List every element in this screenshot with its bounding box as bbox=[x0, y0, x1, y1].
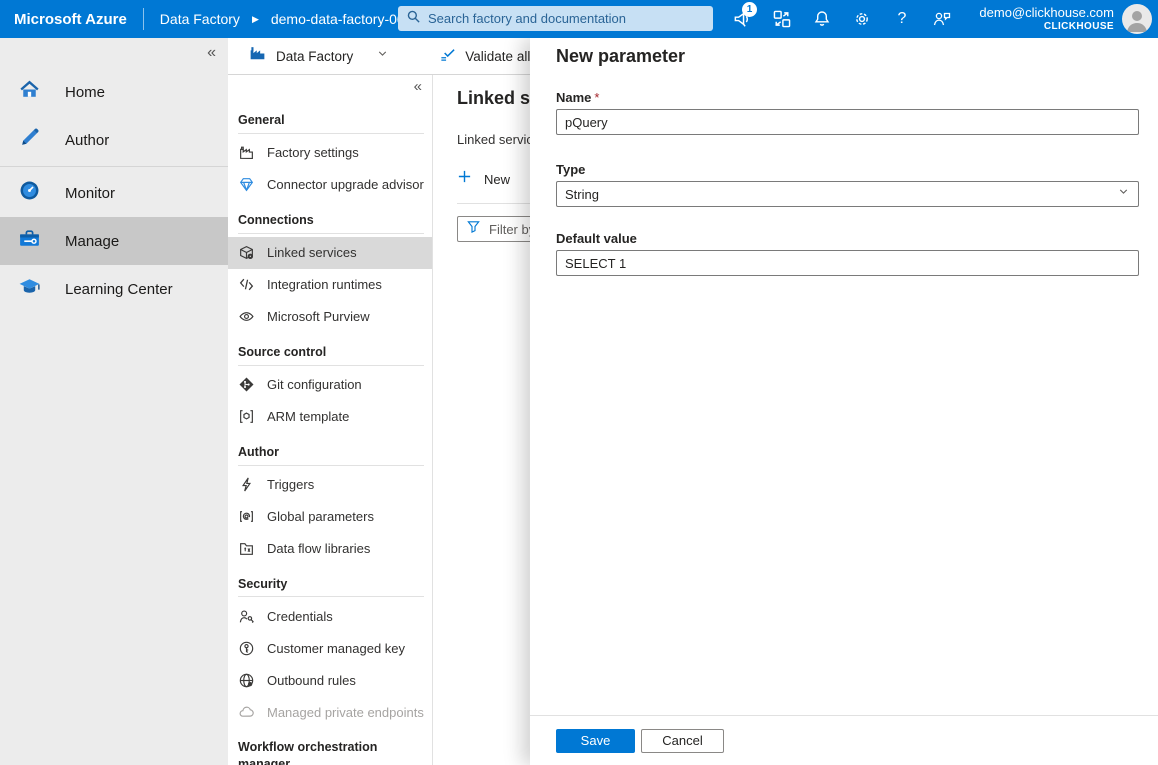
notifications-button[interactable] bbox=[802, 0, 842, 38]
customer-managed-key-icon bbox=[238, 640, 255, 657]
validate-all-button[interactable]: Validate all bbox=[419, 45, 530, 67]
required-marker: * bbox=[594, 90, 599, 105]
git-configuration-icon bbox=[238, 376, 255, 393]
help-icon: ? bbox=[898, 10, 907, 28]
nav-item-home[interactable]: Home bbox=[0, 68, 228, 116]
sidenav-item-arm-template[interactable]: ARM template bbox=[228, 401, 432, 433]
section-general: General Factory settings Connector upgra… bbox=[228, 112, 432, 201]
settings-button[interactable] bbox=[842, 0, 882, 38]
left-nav-divider bbox=[0, 166, 228, 167]
triggers-icon bbox=[238, 476, 255, 493]
announcements-button[interactable]: 1 bbox=[722, 0, 762, 38]
azure-data-factory-studio: Microsoft Azure Data Factory ▶ demo-data… bbox=[0, 0, 1158, 765]
data-flow-libraries-icon bbox=[238, 540, 255, 557]
outbound-rules-icon bbox=[238, 672, 255, 689]
linked-services-icon bbox=[238, 244, 255, 261]
home-icon bbox=[17, 77, 42, 107]
global-search[interactable] bbox=[398, 6, 713, 31]
default-value-label: Default value bbox=[556, 231, 1132, 246]
account-org: CLICKHOUSE bbox=[1044, 21, 1114, 33]
new-parameter-panel: New parameter Name* Type String Default … bbox=[530, 38, 1158, 765]
manage-icon bbox=[17, 226, 42, 256]
filter-icon bbox=[466, 219, 481, 239]
factory-settings-icon bbox=[238, 144, 255, 161]
breadcrumb-factory-name[interactable]: demo-data-factory-00 bbox=[271, 11, 401, 27]
search-input[interactable] bbox=[428, 11, 705, 26]
managed-private-endpoints-icon bbox=[238, 704, 255, 721]
validate-icon bbox=[439, 45, 456, 67]
section-connections: Connections Linked services Integration … bbox=[228, 212, 432, 333]
integration-runtimes-icon bbox=[238, 276, 255, 293]
nav-item-learning-center[interactable]: Learning Center bbox=[0, 265, 228, 313]
name-label: Name* bbox=[556, 90, 1132, 105]
monitor-icon bbox=[17, 178, 42, 208]
sidenav-item-global-parameters[interactable]: Global parameters bbox=[228, 501, 432, 533]
cancel-button[interactable]: Cancel bbox=[641, 729, 724, 753]
avatar[interactable] bbox=[1122, 4, 1152, 34]
account-info[interactable]: demo@clickhouse.com CLICKHOUSE bbox=[979, 0, 1114, 38]
account-email: demo@clickhouse.com bbox=[979, 6, 1114, 21]
help-button[interactable]: ? bbox=[882, 0, 922, 38]
chevron-down-icon bbox=[376, 47, 389, 65]
sidenav-item-linked-services[interactable]: Linked services bbox=[228, 237, 432, 269]
switch-factory-button[interactable] bbox=[762, 0, 802, 38]
manage-side-nav: « General Factory settings Conn bbox=[228, 75, 433, 765]
panel-footer: Save Cancel bbox=[530, 715, 1158, 765]
global-parameters-icon bbox=[238, 508, 255, 525]
nav-item-monitor[interactable]: Monitor bbox=[0, 169, 228, 217]
plus-icon bbox=[457, 169, 472, 189]
breadcrumb-app[interactable]: Data Factory bbox=[160, 11, 240, 27]
nav-item-author[interactable]: Author bbox=[0, 116, 228, 164]
type-label: Type bbox=[556, 162, 1132, 177]
sidenav-item-factory-settings[interactable]: Factory settings bbox=[228, 137, 432, 169]
default-value-field[interactable] bbox=[556, 250, 1139, 276]
credentials-icon bbox=[238, 608, 255, 625]
sidenav-item-triggers[interactable]: Triggers bbox=[228, 469, 432, 501]
chevron-down-icon bbox=[1117, 185, 1130, 203]
left-nav: « Home Author Monitor bbox=[0, 38, 228, 765]
left-nav-collapse-icon[interactable]: « bbox=[207, 44, 216, 62]
microsoft-azure-logo[interactable]: Microsoft Azure bbox=[0, 11, 127, 28]
sidenav-item-integration-runtimes[interactable]: Integration runtimes bbox=[228, 269, 432, 301]
data-factory-icon bbox=[248, 44, 267, 68]
section-source-control: Source control Git configuration ARM tem… bbox=[228, 344, 432, 433]
section-security: Security Credentials Customer managed ke… bbox=[228, 576, 432, 729]
nav-item-manage[interactable]: Manage bbox=[0, 217, 228, 265]
search-icon bbox=[406, 9, 421, 29]
name-field[interactable] bbox=[556, 109, 1139, 135]
microsoft-purview-icon bbox=[238, 308, 255, 325]
sidenav-item-outbound-rules[interactable]: Outbound rules bbox=[228, 664, 432, 696]
factory-selector[interactable]: Data Factory bbox=[228, 44, 389, 68]
section-workflow-orchestration-manager: Workflow orchestration manager bbox=[228, 739, 432, 765]
save-button[interactable]: Save bbox=[556, 729, 635, 753]
notification-badge: 1 bbox=[742, 2, 757, 17]
panel-title: New parameter bbox=[556, 46, 1132, 67]
new-button[interactable]: New bbox=[457, 169, 527, 189]
connector-upgrade-advisor-icon bbox=[238, 176, 255, 193]
arm-template-icon bbox=[238, 408, 255, 425]
sidenav-item-customer-managed-key[interactable]: Customer managed key bbox=[228, 632, 432, 664]
breadcrumb-arrow-icon: ▶ bbox=[252, 14, 259, 25]
topbar-divider bbox=[143, 8, 144, 30]
learning-center-icon bbox=[17, 274, 42, 304]
top-bar: Microsoft Azure Data Factory ▶ demo-data… bbox=[0, 0, 1158, 38]
sidenav-item-managed-private-endpoints[interactable]: Managed private endpoints bbox=[228, 696, 432, 728]
sidenav-item-git-configuration[interactable]: Git configuration bbox=[228, 369, 432, 401]
type-value: String bbox=[565, 187, 599, 202]
sidenav-item-microsoft-purview[interactable]: Microsoft Purview bbox=[228, 301, 432, 333]
type-dropdown[interactable]: String bbox=[556, 181, 1139, 207]
feedback-button[interactable] bbox=[922, 0, 962, 38]
section-author: Author Triggers Global parameters bbox=[228, 444, 432, 565]
topbar-icon-group: 1 ? bbox=[722, 0, 962, 38]
author-icon bbox=[17, 125, 42, 155]
sidenav-item-credentials[interactable]: Credentials bbox=[228, 600, 432, 632]
sidenav-item-connector-upgrade-advisor[interactable]: Connector upgrade advisor bbox=[228, 169, 432, 201]
side-nav-collapse-icon[interactable]: « bbox=[414, 78, 422, 95]
sidenav-item-data-flow-libraries[interactable]: Data flow libraries bbox=[228, 533, 432, 565]
